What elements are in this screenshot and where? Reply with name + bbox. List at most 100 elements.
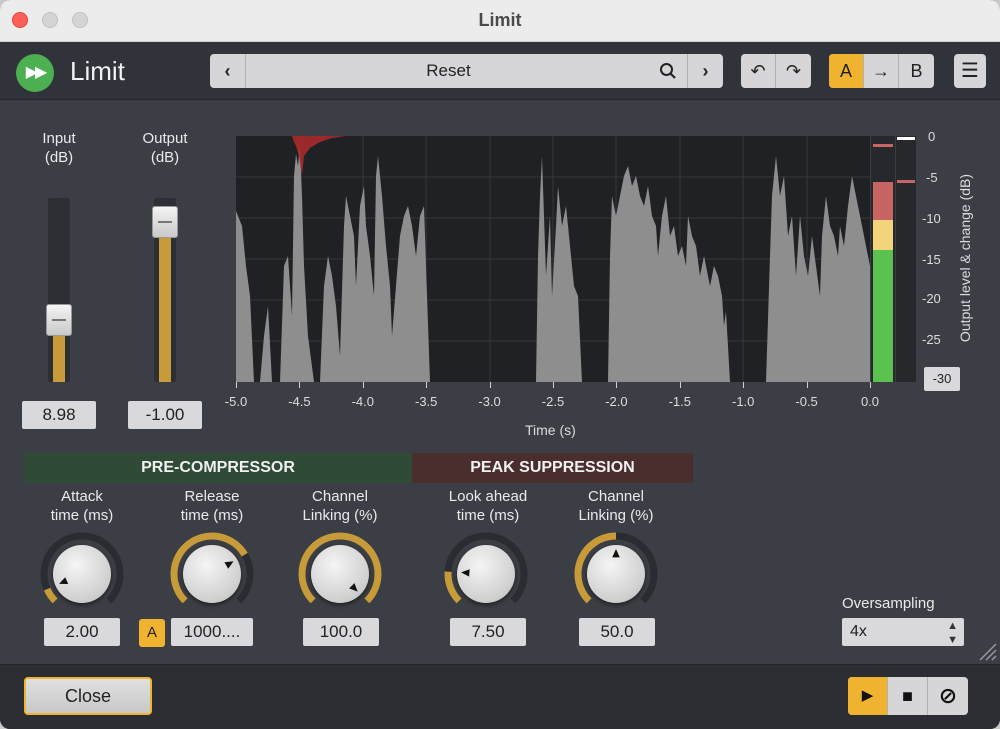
attack-label: Attack time (ms) <box>32 487 132 525</box>
lookahead-label-line1: Look ahead <box>448 488 528 505</box>
output-fader-fill <box>159 221 171 382</box>
x-tick-mark <box>553 382 554 388</box>
x-tick-mark <box>299 382 301 388</box>
y-tick-10: -10 <box>922 211 941 226</box>
knob-pointer-icon <box>224 561 234 569</box>
input-label: Input (dB) <box>20 129 98 167</box>
lookahead-label: Look ahead time (ms) <box>428 487 548 525</box>
x-tick-mark <box>426 382 428 388</box>
y-tick-15: -15 <box>922 252 941 267</box>
attack-value-field[interactable]: 2.00 <box>44 618 120 646</box>
waveform-display <box>236 136 870 382</box>
pre-compressor-header: PRE-COMPRESSOR <box>24 453 412 483</box>
plugin-header: ▶▶ Limit ‹ Reset › ↶ ↷ A → B ☰ <box>0 42 1000 100</box>
knob-pointer-icon <box>612 549 620 558</box>
pre-linking-knob[interactable] <box>298 532 382 616</box>
select-arrows-icon: ▲ ▼ <box>947 620 958 646</box>
x-tick-label: 0.0 <box>860 394 880 409</box>
x-tick-label: -4.0 <box>351 394 374 409</box>
plugin-name: Limit <box>70 56 125 86</box>
lookahead-knob[interactable] <box>444 532 528 616</box>
a-state-button[interactable]: A <box>829 54 864 88</box>
oversampling-select[interactable]: 4x ▲ ▼ <box>842 618 964 646</box>
pre-linking-label-line2: Linking (%) <box>302 507 378 524</box>
y-tick-25: -25 <box>922 332 941 347</box>
output-fader-track[interactable] <box>152 198 178 382</box>
plugin-window: Limit ▶▶ Limit ‹ Reset › ↶ ↷ A → B ☰ Inp… <box>0 0 1000 729</box>
pre-linking-label: Channel Linking (%) <box>290 487 390 525</box>
x-tick-label: -1.0 <box>731 394 755 409</box>
play-button[interactable]: ▶ <box>848 677 888 715</box>
x-tick-label: -3.5 <box>414 394 438 409</box>
release-label-line1: Release <box>184 488 240 505</box>
stop-button[interactable]: ■ <box>888 677 928 715</box>
knob-pointer-icon <box>461 569 470 577</box>
y-range-button[interactable]: -30 <box>924 367 960 391</box>
x-axis-title: Time (s) <box>525 422 576 438</box>
preset-next-button[interactable]: › <box>687 54 723 88</box>
close-button[interactable]: Close <box>24 677 152 715</box>
output-fader-handle[interactable] <box>152 205 178 238</box>
input-fader-track[interactable] <box>46 198 72 382</box>
x-tick-mark <box>489 382 491 388</box>
output-level-meter <box>871 136 895 382</box>
knob-pointer-icon <box>59 577 69 585</box>
oversampling-label: Oversampling <box>842 595 935 612</box>
title-bar: Limit <box>0 0 1000 42</box>
undo-button[interactable]: ↶ <box>741 54 776 88</box>
knob-pointer-icon <box>349 583 358 592</box>
pre-linking-label-line1: Channel <box>312 488 368 505</box>
input-value-field[interactable]: 8.98 <box>22 401 96 429</box>
gain-change-meter <box>896 136 916 382</box>
release-value-field[interactable]: 1000.... <box>171 618 253 646</box>
output-label-line2: (dB) <box>150 149 180 166</box>
x-tick-label: -4.5 <box>288 394 311 409</box>
x-tick-label: -5.0 <box>224 394 248 409</box>
release-knob[interactable] <box>170 532 254 616</box>
copy-a-to-b-button[interactable]: → <box>864 54 899 88</box>
attack-label-line2: time (ms) <box>50 507 114 524</box>
attack-label-line1: Attack <box>61 488 103 505</box>
pre-linking-value-field[interactable]: 100.0 <box>303 618 379 646</box>
y-axis-title: Output level & change (dB) <box>957 173 973 343</box>
x-tick-label: -3.0 <box>478 394 501 409</box>
lookahead-value-field[interactable]: 7.50 <box>450 618 526 646</box>
oversampling-value: 4x <box>850 623 867 640</box>
plugin-logo-icon: ▶▶ <box>16 54 54 92</box>
lookahead-label-line2: time (ms) <box>456 507 520 524</box>
peak-linking-label-line1: Channel <box>588 488 644 505</box>
undo-redo-group: ↶ ↷ <box>741 54 811 88</box>
menu-button[interactable]: ☰ <box>954 54 986 88</box>
search-icon[interactable] <box>653 54 683 88</box>
peak-linking-knob[interactable] <box>574 532 658 616</box>
release-label: Release time (ms) <box>162 487 262 525</box>
output-value-field[interactable]: -1.00 <box>128 401 202 429</box>
preset-name[interactable]: Reset <box>246 54 651 88</box>
x-tick-mark <box>870 382 871 388</box>
x-tick-mark <box>806 382 808 388</box>
peak-linking-label: Channel Linking (%) <box>566 487 666 525</box>
attack-knob[interactable] <box>40 532 124 616</box>
redo-button[interactable]: ↷ <box>776 54 811 88</box>
window-title: Limit <box>478 10 522 30</box>
y-tick-0: 0 <box>928 129 936 144</box>
x-tick-label: -1.5 <box>668 394 691 409</box>
x-tick-mark <box>743 382 745 388</box>
output-label: Output (dB) <box>126 129 204 167</box>
peak-linking-label-line2: Linking (%) <box>578 507 654 524</box>
release-label-line2: time (ms) <box>180 507 244 524</box>
resize-grip-icon[interactable] <box>976 640 998 662</box>
bypass-button[interactable]: ⊘ <box>928 677 968 715</box>
input-fader-handle[interactable] <box>46 304 72 337</box>
peak-linking-value-field[interactable]: 50.0 <box>579 618 655 646</box>
preset-selector: ‹ Reset › <box>210 54 723 88</box>
b-state-button[interactable]: B <box>899 54 934 88</box>
level-history-graph <box>236 136 870 382</box>
x-tick-mark <box>616 382 618 388</box>
preset-prev-button[interactable]: ‹ <box>210 54 246 88</box>
release-auto-button[interactable]: A <box>139 619 165 647</box>
peak-suppression-header: PEAK SUPPRESSION <box>412 453 693 483</box>
x-tick-mark <box>679 382 681 388</box>
y-tick-20: -20 <box>922 291 941 306</box>
x-tick-label: -0.5 <box>795 394 818 409</box>
